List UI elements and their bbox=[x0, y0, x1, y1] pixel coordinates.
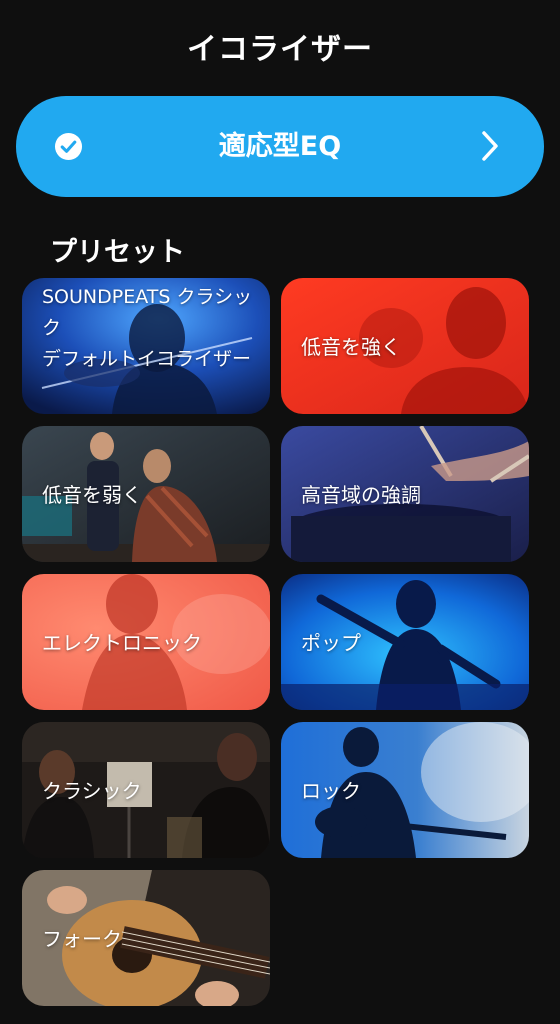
preset-card-rock[interactable]: ロック bbox=[281, 722, 529, 858]
preset-label: ロック bbox=[301, 779, 361, 803]
adaptive-eq-label: 適応型EQ bbox=[218, 131, 342, 162]
preset-label: 低音を強く bbox=[301, 335, 401, 359]
preset-label: クラシック bbox=[42, 779, 142, 803]
preset-label: 高音域の強調 bbox=[301, 483, 421, 507]
preset-label: 低音を弱く bbox=[42, 483, 142, 507]
preset-card-classical[interactable]: クラシック bbox=[22, 722, 270, 858]
chevron-right-icon bbox=[482, 131, 498, 161]
preset-label: フォーク bbox=[42, 927, 122, 951]
adaptive-eq-button[interactable]: 適応型EQ bbox=[16, 96, 544, 197]
preset-label: ポップ bbox=[301, 631, 361, 655]
preset-card-soundpeats-classic[interactable]: SOUNDPEATS クラシック デフォルトイコライザー bbox=[22, 278, 270, 414]
preset-card-electronic[interactable]: エレクトロニック bbox=[22, 574, 270, 710]
preset-sublabel: デフォルトイコライザー bbox=[42, 348, 252, 370]
page-title: イコライザー bbox=[187, 32, 373, 67]
preset-card-treble-boost[interactable]: 高音域の強調 bbox=[281, 426, 529, 562]
preset-card-bass-reduce[interactable]: 低音を弱く bbox=[22, 426, 270, 562]
preset-label: SOUNDPEATS クラシック bbox=[42, 286, 253, 339]
preset-label: エレクトロニック bbox=[42, 631, 202, 655]
preset-card-pop[interactable]: ポップ bbox=[281, 574, 529, 710]
presets-section-title: プリセット bbox=[50, 237, 185, 268]
preset-card-folk[interactable]: フォーク bbox=[22, 870, 270, 1006]
preset-card-bass-boost[interactable]: 低音を強く bbox=[281, 278, 529, 414]
